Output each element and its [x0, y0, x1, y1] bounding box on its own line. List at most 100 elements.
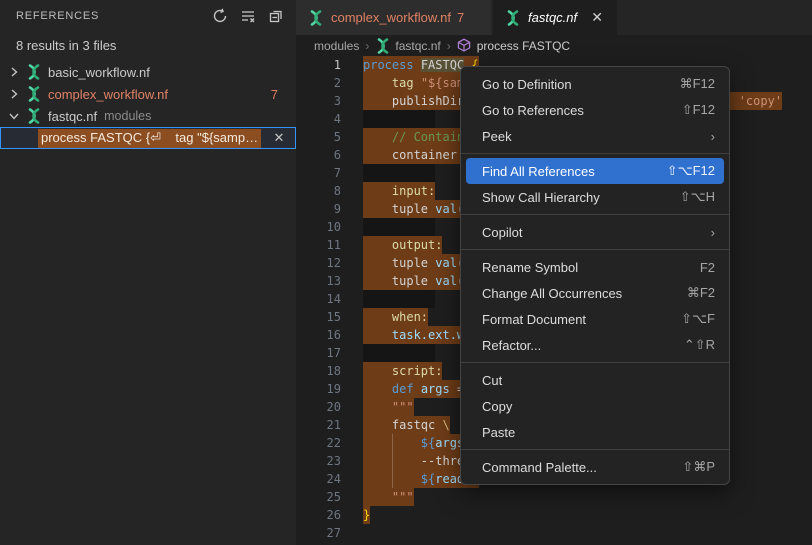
menu-item-rename-symbol[interactable]: Rename SymbolF2 [461, 254, 729, 280]
menu-item-go-to-definition[interactable]: Go to Definition⌘F12 [461, 71, 729, 97]
menu-separator [461, 362, 729, 363]
menu-item-label: Cut [482, 373, 715, 388]
menu-separator [461, 214, 729, 215]
sidebar-title: REFERENCES [16, 10, 211, 22]
results-summary: 8 results in 3 files [0, 32, 296, 61]
code-line[interactable]: 25 """ [296, 488, 812, 506]
menu-item-command-palette[interactable]: Command Palette... ⇧⌘P [461, 454, 729, 480]
tab-close-icon[interactable]: ✕ [589, 10, 605, 26]
menu-item-label: Copilot [482, 225, 691, 240]
menu-item-show-call-hierarchy[interactable]: Show Call Hierarchy ⇧⌥H [461, 184, 729, 210]
line-number: 18 [296, 362, 341, 380]
line-number: 24 [296, 470, 341, 488]
code-text: input: [363, 182, 435, 200]
menu-separator [461, 153, 729, 154]
menu-item-copy[interactable]: Copy [461, 393, 729, 419]
file-name: basic_workflow.nf [48, 65, 150, 80]
menu-item-copilot[interactable]: Copilot › [461, 219, 729, 245]
line-number: 8 [296, 182, 341, 200]
collapse-all-icon[interactable] [267, 8, 284, 25]
chevron-down-icon [6, 108, 22, 124]
line-number: 26 [296, 506, 341, 524]
indent-guide [392, 434, 393, 488]
menu-item-cut[interactable]: Cut [461, 367, 729, 393]
menu-item-label: Copy [482, 399, 715, 414]
tab-badge: 7 [457, 10, 464, 25]
menu-item-paste[interactable]: Paste [461, 419, 729, 445]
line-number: 14 [296, 290, 341, 308]
tree-item-basic-workflow-nf[interactable]: basic_workflow.nf [0, 61, 296, 83]
clear-all-icon[interactable] [239, 8, 256, 25]
code-text: output: [363, 236, 442, 254]
line-number: 13 [296, 272, 341, 290]
menu-item-label: Command Palette... [482, 460, 662, 475]
breadcrumb-item-process-fastqc[interactable]: process FASTQC [457, 38, 570, 53]
menu-item-shortcut: ⌃⇧R [684, 337, 715, 353]
tree-item-fastqc-nf[interactable]: fastqc.nfmodules [0, 105, 296, 127]
line-number: 2 [296, 74, 341, 92]
file-description: modules [104, 109, 151, 123]
line-number: 6 [296, 146, 341, 164]
sidebar-toolbar [211, 8, 284, 25]
menu-item-shortcut: ⇧⌘P [682, 459, 715, 475]
nextflow-icon [505, 10, 521, 26]
nextflow-icon [26, 86, 42, 102]
menu-item-label: Show Call Hierarchy [482, 190, 660, 205]
code-line[interactable]: 26} [296, 506, 812, 524]
menu-item-find-all-references[interactable]: Find All References⇧⌥F12 [466, 158, 724, 184]
file-name: complex_workflow.nf [48, 87, 168, 102]
line-number: 21 [296, 416, 341, 434]
line-number: 9 [296, 200, 341, 218]
line-number: 19 [296, 380, 341, 398]
line-number: 10 [296, 218, 341, 236]
line-number: 15 [296, 308, 341, 326]
result-count-badge: 7 [271, 87, 278, 102]
code-text [363, 290, 435, 308]
breadcrumb-label: fastqc.nf [395, 39, 440, 53]
menu-item-shortcut: ⇧⌥H [680, 189, 715, 205]
breadcrumb-separator-icon: › [447, 39, 451, 53]
menu-item-refactor[interactable]: Refactor...⌃⇧R [461, 332, 729, 358]
menu-item-change-all-occurrences[interactable]: Change All Occurrences⌘F2 [461, 280, 729, 306]
menu-item-label: Peek [482, 129, 691, 144]
tab-complex-workflow-nf[interactable]: complex_workflow.nf7 [296, 0, 491, 35]
menu-item-peek[interactable]: Peek› [461, 123, 729, 149]
code-text [363, 344, 435, 362]
code-text: } [363, 506, 370, 524]
code-text [363, 164, 435, 182]
breadcrumb: modules › fastqc.nf › process FASTQC [296, 35, 812, 56]
breadcrumb-separator-icon: › [365, 39, 369, 53]
line-number: 27 [296, 524, 341, 542]
submenu-chevron-icon: › [711, 225, 715, 240]
menu-item-label: Rename Symbol [482, 260, 680, 275]
tree-item-complex-workflow-nf[interactable]: complex_workflow.nf 7 [0, 83, 296, 105]
line-number: 1 [296, 56, 341, 74]
menu-item-format-document[interactable]: Format Document⇧⌥F [461, 306, 729, 332]
line-number: 25 [296, 488, 341, 506]
menu-item-label: Find All References [482, 164, 647, 179]
breadcrumb-item-modules[interactable]: modules [314, 39, 359, 53]
code-text: """ [363, 398, 414, 416]
menu-separator [461, 249, 729, 250]
line-number: 20 [296, 398, 341, 416]
code-text [363, 218, 435, 236]
nextflow-icon [26, 108, 42, 124]
reference-match-text: process FASTQC {⏎ tag "${samp… [38, 129, 261, 148]
breadcrumb-label: process FASTQC [477, 39, 570, 53]
dismiss-reference-icon[interactable]: ✕ [271, 130, 287, 146]
menu-item-label: Go to Definition [482, 77, 660, 92]
code-text: when: [363, 308, 428, 326]
breadcrumb-item-fastqc-nf[interactable]: fastqc.nf [375, 38, 440, 53]
menu-item-shortcut: ⌘F2 [687, 285, 715, 301]
code-line[interactable]: 27 [296, 524, 812, 542]
line-number: 23 [296, 452, 341, 470]
nextflow-icon [308, 10, 324, 26]
menu-item-go-to-references[interactable]: Go to References⇧F12 [461, 97, 729, 123]
refresh-icon[interactable] [211, 8, 228, 25]
references-tree: basic_workflow.nf complex_workflow.nf 7 fas… [0, 61, 296, 127]
line-number: 4 [296, 110, 341, 128]
menu-item-label: Format Document [482, 312, 661, 327]
tab-fastqc-nf[interactable]: fastqc.nf✕ [493, 0, 617, 35]
nextflow-icon [26, 64, 42, 80]
reference-result-item[interactable]: process FASTQC {⏎ tag "${samp… ✕ [0, 127, 296, 149]
